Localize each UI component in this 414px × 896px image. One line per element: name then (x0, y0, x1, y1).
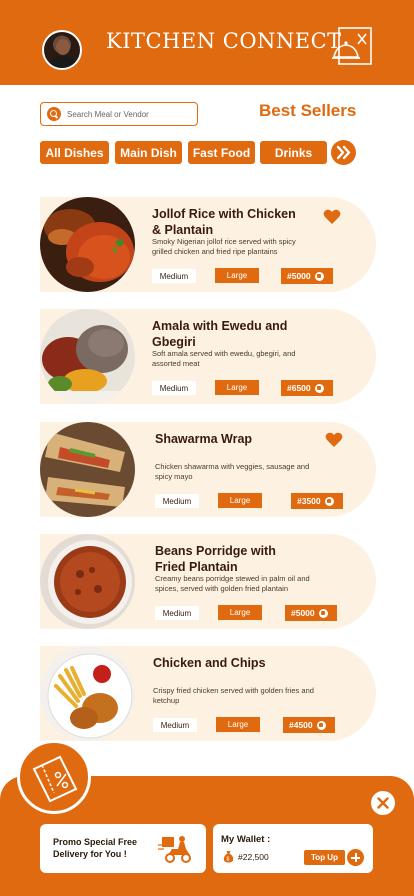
chef-cloche-icon (332, 27, 372, 65)
food-name: Shawarma Wrap (155, 432, 253, 446)
price-label: #6500 (287, 383, 311, 393)
tab-all-dishes[interactable]: All Dishes (40, 141, 109, 164)
food-image-amala (40, 309, 135, 404)
discount-ticket-icon (32, 755, 78, 803)
food-image-jollof (40, 197, 135, 292)
tab-fast-food[interactable]: Fast Food (188, 141, 255, 164)
food-card[interactable]: Amala with Ewedu and Gbegiri Soft amala … (40, 309, 376, 404)
food-name: Amala with Ewedu and Gbegiri (152, 319, 288, 349)
heart-icon[interactable] (323, 209, 341, 225)
price-add-button[interactable]: #3500 (291, 493, 343, 509)
food-card[interactable]: Shawarma Wrap Chicken shawarma with vegg… (40, 422, 376, 517)
top-up-button[interactable]: Top Up (304, 850, 345, 865)
food-card[interactable]: Beans Porridge with Fried Plantain Cream… (40, 534, 376, 629)
add-to-cart-icon (314, 271, 324, 281)
size-option-large[interactable]: Large (218, 605, 262, 620)
wallet-card: My Wallet : $ #22,500 Top Up (213, 824, 373, 873)
svg-text:$: $ (227, 857, 230, 863)
add-to-cart-icon (314, 383, 324, 393)
food-image-chicken-chips (40, 646, 135, 741)
food-image-beans (40, 534, 135, 629)
food-name: Chicken and Chips (153, 656, 266, 670)
price-add-button[interactable]: #6500 (281, 380, 333, 396)
close-button[interactable] (371, 791, 395, 815)
price-add-button[interactable]: #5000 (281, 268, 333, 284)
size-option-large[interactable]: Large (216, 717, 260, 732)
search-icon[interactable] (47, 107, 61, 121)
promo-badge[interactable] (17, 740, 91, 814)
search-input[interactable] (67, 106, 195, 122)
size-option-medium[interactable]: Medium (155, 606, 199, 620)
food-description: Crispy fried chicken served with golden … (153, 686, 314, 705)
price-label: #3500 (297, 496, 321, 506)
food-description: Smoky Nigerian jollof rice served with s… (152, 237, 296, 256)
promo-text: Promo Special Free Delivery for You ! (53, 837, 138, 859)
section-title: Best Sellers (259, 101, 357, 120)
food-card[interactable]: Chicken and Chips Crispy fried chicken s… (40, 646, 376, 741)
avatar-face (56, 39, 70, 55)
user-avatar[interactable] (42, 30, 82, 70)
search-bar[interactable] (40, 102, 198, 126)
heart-icon[interactable] (325, 432, 343, 448)
tab-drinks[interactable]: Drinks (260, 141, 327, 164)
plus-icon[interactable] (347, 849, 364, 866)
app-header: KITCHEN CONNECT (0, 0, 414, 85)
food-card[interactable]: Jollof Rice with Chicken & Plantain Smok… (40, 197, 376, 292)
food-description: Creamy beans porridge stewed in palm oil… (155, 574, 310, 593)
price-label: #5000 (287, 271, 311, 281)
price-label: #4500 (289, 720, 313, 730)
food-image-shawarma (40, 422, 135, 517)
size-option-medium[interactable]: Medium (155, 494, 199, 508)
size-option-medium[interactable]: Medium (152, 381, 196, 395)
wallet-balance: #22,500 (238, 852, 269, 862)
size-option-medium[interactable]: Medium (153, 718, 197, 732)
add-to-cart-icon (324, 496, 334, 506)
price-add-button[interactable]: #5000 (285, 605, 337, 621)
app-title: KITCHEN CONNECT (106, 29, 342, 53)
food-description: Soft amala served with ewedu, gbegiri, a… (152, 349, 296, 368)
double-chevron-right-icon (336, 145, 351, 160)
avatar-body (49, 56, 77, 68)
promo-card[interactable]: Promo Special Free Delivery for You ! (40, 824, 206, 873)
size-option-medium[interactable]: Medium (152, 269, 196, 283)
size-option-large[interactable]: Large (218, 493, 262, 508)
money-bag-icon: $ (223, 851, 234, 863)
food-name: Jollof Rice with Chicken & Plantain (152, 207, 296, 237)
tab-main-dish[interactable]: Main Dish (115, 141, 182, 164)
price-add-button[interactable]: #4500 (283, 717, 335, 733)
delivery-scooter-icon (158, 836, 191, 863)
size-option-large[interactable]: Large (215, 268, 259, 283)
price-label: #5000 (291, 608, 315, 618)
add-to-cart-icon (318, 608, 328, 618)
close-icon (377, 797, 389, 809)
add-to-cart-icon (316, 720, 326, 730)
wallet-title: My Wallet : (221, 834, 271, 845)
food-name: Beans Porridge with Fried Plantain (155, 544, 276, 574)
size-option-large[interactable]: Large (215, 380, 259, 395)
tabs-next-button[interactable] (331, 140, 356, 165)
food-description: Chicken shawarma with veggies, sausage a… (155, 462, 310, 481)
